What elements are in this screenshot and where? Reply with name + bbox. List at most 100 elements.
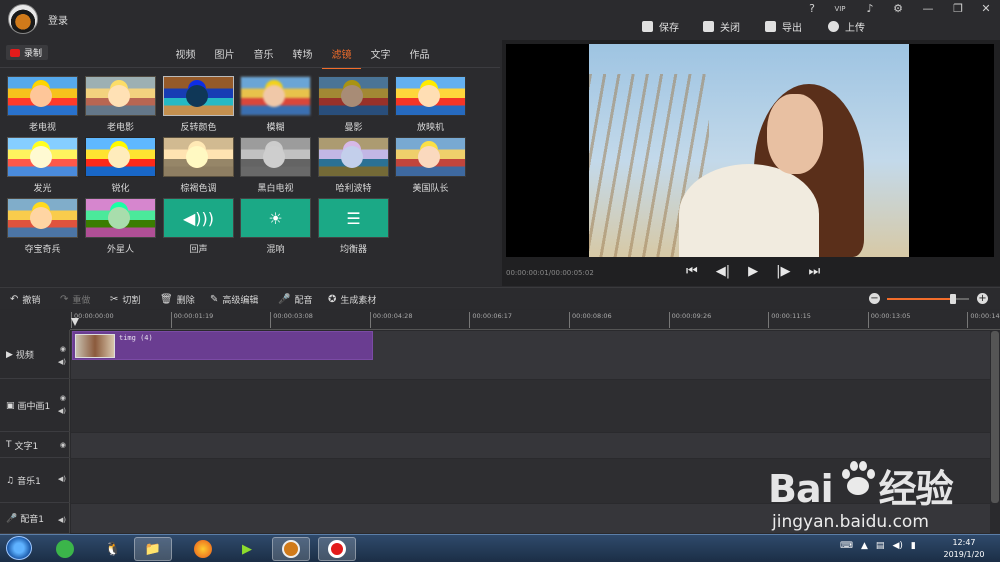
dub-button[interactable]: 🎤 配音 [278,293,312,306]
effect-sharpen[interactable]: 锐化 [85,137,156,194]
effect-alien[interactable]: 外星人 [85,198,156,255]
generate-button[interactable]: ✪ 生成素材 [328,293,376,306]
effect-invert[interactable]: 反转颜色 [163,76,234,133]
video-clip[interactable]: timg (4) [72,331,373,360]
track-text[interactable] [71,433,990,459]
effect-thumbnail [163,76,234,116]
zoom-slider-handle[interactable] [949,294,956,304]
zoom-in-button[interactable]: + [977,293,988,304]
speaker-icon[interactable]: ◀) [58,358,66,366]
network-icon[interactable]: ▮ [911,541,916,551]
tab-filter[interactable]: 滤镜 [322,46,361,69]
music-note-icon: ♫ [6,475,15,486]
effect-projector[interactable]: 放映机 [395,76,466,133]
effect-captain-america[interactable]: 美国队长 [395,137,466,194]
subject-face [767,94,823,174]
effect-thumbnail [240,76,311,116]
effect-indiana-jones[interactable]: 夺宝奇兵 [7,198,78,255]
effect-glow[interactable]: 发光 [7,137,78,194]
effect-old-film[interactable]: 老电影 [85,76,156,133]
effect-reverb[interactable]: ☀ 混响 [240,198,311,255]
track-header-music: ♫ 音乐1 ◀) [0,459,70,503]
track-header-video: ▶ 视频 ◉ ◀) [0,331,70,379]
effect-old-tv[interactable]: 老电视 [7,76,78,133]
close-button[interactable]: 关闭 [703,17,740,35]
tray-up-icon[interactable]: ▲ [861,541,868,551]
playhead-marker[interactable] [71,318,79,326]
export-icon [765,20,776,32]
effect-echo[interactable]: ◀))) 回声 [163,198,234,255]
cut-button[interactable]: ✂ 切割 [110,293,140,306]
keyboard-icon[interactable]: ⌨ [840,541,853,551]
tab-video[interactable]: 视频 [166,46,205,69]
speaker-icon[interactable]: ◀) [58,407,66,415]
effect-equalizer[interactable]: ☰ 均衡器 [318,198,389,255]
advanced-edit-button[interactable]: ✎ 高级编辑 [210,293,258,306]
ruler-tick: 00:00:08:06 [569,312,612,328]
effect-thumbnail [163,137,234,177]
record-icon [328,540,346,558]
tab-image[interactable]: 图片 [205,46,244,69]
taskbar-app-360[interactable] [46,537,84,561]
effect-sepia[interactable]: 棕褐色调 [163,137,234,194]
bell-icon[interactable]: ♪ [862,2,878,16]
tab-works[interactable]: 作品 [400,46,439,69]
start-button[interactable] [6,536,32,560]
track-pip[interactable] [71,380,990,433]
tab-transition[interactable]: 转场 [283,46,322,69]
export-button[interactable]: 导出 [765,17,802,35]
vip-icon[interactable]: VIP [832,2,848,16]
eye-icon[interactable]: ◉ [60,345,66,353]
help-button[interactable]: ? [804,2,820,16]
close-window-button[interactable]: ✕ [978,2,994,16]
eye-icon[interactable]: ◉ [60,394,66,402]
eye-icon[interactable]: ◉ [60,441,66,449]
next-frame-icon[interactable]: |▶ [776,264,790,279]
restore-button[interactable]: ❐ [950,2,966,16]
speaker-icon[interactable]: ◀) [58,516,66,524]
ruler-tick: 00:00:06:17 [469,312,512,328]
taskbar-app-player[interactable]: ▶ [228,537,266,561]
device-icon[interactable]: ▤ [876,541,885,551]
speaker-icon[interactable]: ◀) [58,475,66,483]
zoom-out-button[interactable]: − [869,293,880,304]
clock[interactable]: 12:47 2019/1/20 [938,537,990,561]
scissors-icon: ✂ [110,294,119,305]
timeline-ruler[interactable]: 00:00:00:00 00:00:01:19 00:00:03:08 00:00:0… [70,310,1000,330]
cloud-upload-icon [828,20,839,32]
undo-button[interactable]: ↶ 撤销 [10,293,40,306]
tab-text[interactable]: 文字 [361,46,400,69]
firefox-icon [194,540,212,558]
skip-start-icon[interactable]: ⏮ [686,264,698,279]
taskbar-app-explorer[interactable]: 📁 [134,537,172,561]
taskbar-app-editor[interactable] [272,537,310,561]
taskbar-app-firefox[interactable] [184,537,222,561]
system-tray: ⌨ ▲ ▤ ◀) ▮ [840,541,916,551]
prev-frame-icon[interactable]: ◀| [716,264,730,279]
record-button[interactable]: 录制 [6,45,48,60]
minimize-button[interactable]: — [920,2,936,16]
exit-icon [703,20,714,32]
preview-image [589,44,909,257]
taskbar-app-qq[interactable]: 🐧 [94,537,132,561]
ruler-tick: 00:00:03:08 [270,312,313,328]
play-logo-icon: ▶ [242,541,252,557]
tab-music[interactable]: 音乐 [244,46,283,69]
gear-icon[interactable]: ⚙ [890,2,906,16]
effect-bw-tv[interactable]: 黑白电视 [240,137,311,194]
baidu-paw-icon [842,461,875,495]
upload-button[interactable]: 上传 [828,17,865,35]
delete-button[interactable]: 🗑 删除 [160,293,195,306]
taskbar-app-recorder[interactable] [318,537,356,561]
timeline-scrollbar[interactable] [991,331,999,503]
effect-harry-potter[interactable]: 哈利波特 [318,137,389,194]
play-icon[interactable]: ▶ [748,264,758,279]
volume-icon[interactable]: ◀) [892,541,902,551]
skip-end-icon[interactable]: ⏭ [808,264,820,279]
effect-blur[interactable]: 模糊 [240,76,311,133]
reverb-icon: ☀ [240,198,311,238]
save-button[interactable]: 保存 [642,17,679,35]
redo-button[interactable]: ↷ 重做 [60,293,90,306]
login-link[interactable]: 登录 [48,12,68,27]
effect-shadow[interactable]: 曼影 [318,76,389,133]
